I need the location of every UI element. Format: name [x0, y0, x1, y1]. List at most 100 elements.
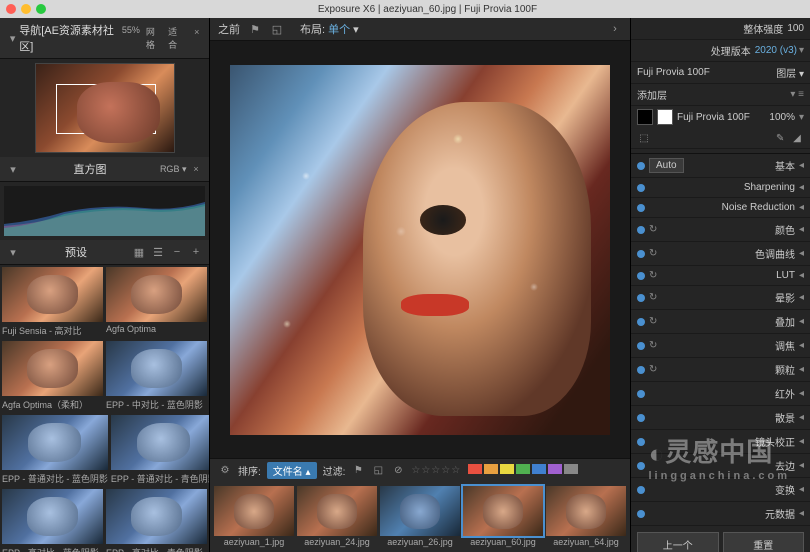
close-icon[interactable]: × [190, 25, 203, 39]
refresh-icon[interactable]: ↻ [649, 340, 657, 351]
reset-button[interactable]: 重置 [723, 532, 805, 552]
toggle-dot[interactable] [637, 294, 645, 302]
section-去边[interactable]: 去边◂ [631, 454, 810, 478]
minimize-icon[interactable] [21, 4, 31, 14]
section-变换[interactable]: 变换◂ [631, 478, 810, 502]
preset-thumb[interactable]: Agfa Optima [106, 267, 207, 339]
section-Sharpening[interactable]: Sharpening◂ [631, 178, 810, 198]
layout-value[interactable]: 单个 [328, 24, 350, 36]
crop-icon[interactable]: ⬚ [637, 131, 651, 145]
preset-thumb[interactable]: EPP - 高对比 - 青色阴影 [106, 489, 207, 552]
color-swatch[interactable] [564, 464, 578, 474]
preset-thumb[interactable]: EPP - 普通对比 - 青色阴影 [111, 415, 209, 487]
add-layer-link[interactable]: 添加层 [637, 87, 667, 102]
section-颜色[interactable]: ↻颜色◂ [631, 218, 810, 242]
toggle-dot[interactable] [637, 162, 645, 170]
preset-grid[interactable]: Fuji Sensia - 高对比Agfa OptimaAgfa Optima（… [0, 265, 209, 552]
preset-thumb[interactable]: EPP - 普通对比 - 蓝色阴影 [2, 415, 108, 487]
color-swatch[interactable] [548, 464, 562, 474]
close-icon[interactable] [6, 4, 16, 14]
mask-white-icon[interactable] [657, 109, 673, 125]
toggle-dot[interactable] [637, 366, 645, 374]
section-散景[interactable]: 散景◂ [631, 406, 810, 430]
color-swatch[interactable] [516, 464, 530, 474]
viewport-rect[interactable] [56, 84, 156, 134]
color-swatch[interactable] [468, 464, 482, 474]
histogram-mode[interactable]: RGB [160, 164, 180, 174]
preset-thumb[interactable]: EPP - 高对比 - 蓝色阴影 [2, 489, 103, 552]
section-Auto[interactable]: Auto基本◂ [631, 154, 810, 178]
toggle-dot[interactable] [637, 390, 645, 398]
preset-thumb[interactable]: Agfa Optima（柔和） [2, 341, 103, 413]
film-thumb[interactable]: aeziyuan_24.jpg [297, 486, 377, 548]
grid-label[interactable]: 网格 [146, 25, 162, 51]
fit-label[interactable]: 适合 [168, 25, 184, 51]
eyedrop-icon[interactable]: ◢ [790, 131, 804, 145]
chevron-right-icon[interactable]: › [608, 22, 622, 36]
flag-icon[interactable]: ⚑ [351, 464, 365, 478]
crop-icon[interactable]: ◱ [371, 464, 385, 478]
brush-icon[interactable]: ✎ [773, 131, 787, 145]
image-viewport[interactable] [210, 41, 630, 458]
section-色调曲线[interactable]: ↻色调曲线◂ [631, 242, 810, 266]
refresh-icon[interactable]: ↻ [649, 292, 657, 303]
section-镜头校正[interactable]: 镜头校正◂ [631, 430, 810, 454]
plus-icon[interactable]: + [189, 245, 203, 259]
layer-row[interactable]: Fuji Provia 100F 100%▾ [631, 106, 810, 128]
mask-icon[interactable] [637, 109, 653, 125]
film-thumb[interactable]: aeziyuan_64.jpg [546, 486, 626, 548]
toggle-dot[interactable] [637, 486, 645, 494]
section-调焦[interactable]: ↻调焦◂ [631, 334, 810, 358]
refresh-icon[interactable]: ↻ [649, 270, 657, 281]
toggle-dot[interactable] [637, 462, 645, 470]
refresh-icon[interactable]: ↻ [649, 248, 657, 259]
layers-title[interactable]: 图层 [776, 69, 796, 80]
section-叠加[interactable]: ↻叠加◂ [631, 310, 810, 334]
grid-icon[interactable]: ▦ [132, 245, 146, 259]
navigator-preview[interactable] [35, 63, 175, 153]
section-Noise Reduction[interactable]: Noise Reduction◂ [631, 198, 810, 218]
overall-value[interactable]: 100 [787, 23, 804, 34]
histogram-header[interactable]: ▾ 直方图 RGB ▾ × [0, 157, 209, 182]
reject-icon[interactable]: ⊘ [391, 464, 405, 478]
toggle-dot[interactable] [637, 510, 645, 518]
film-thumb[interactable]: aeziyuan_1.jpg [214, 486, 294, 548]
before-button[interactable]: 之前 [218, 21, 240, 37]
color-filter[interactable] [467, 464, 579, 477]
color-swatch[interactable] [532, 464, 546, 474]
refresh-icon[interactable]: ↻ [649, 316, 657, 327]
toggle-dot[interactable] [637, 318, 645, 326]
zoom-value[interactable]: 55% [122, 25, 140, 51]
layer-name[interactable]: Fuji Provia 100F [677, 112, 765, 123]
film-thumb[interactable]: aeziyuan_26.jpg [380, 486, 460, 548]
prev-button[interactable]: 上一个 [637, 532, 719, 552]
preset-thumb[interactable]: Fuji Sensia - 高对比 [2, 267, 103, 339]
histogram[interactable] [4, 186, 205, 236]
section-颗粒[interactable]: ↻颗粒◂ [631, 358, 810, 382]
color-swatch[interactable] [484, 464, 498, 474]
toggle-dot[interactable] [637, 414, 645, 422]
section-晕影[interactable]: ↻晕影◂ [631, 286, 810, 310]
maximize-icon[interactable] [36, 4, 46, 14]
toggle-dot[interactable] [637, 438, 645, 446]
list-icon[interactable]: ☰ [151, 245, 165, 259]
layer-opacity[interactable]: 100% [769, 112, 795, 123]
toggle-dot[interactable] [637, 272, 645, 280]
film-thumb[interactable]: aeziyuan_60.jpg [463, 486, 543, 548]
section-红外[interactable]: 红外◂ [631, 382, 810, 406]
gear-icon[interactable]: ⚙ [218, 464, 232, 478]
navigator-header[interactable]: ▾ 导航[AE资源素材社区] 55% 网格 适合 × [0, 18, 209, 59]
section-LUT[interactable]: ↻LUT◂ [631, 266, 810, 286]
star-filter[interactable]: ☆☆☆☆☆ [411, 465, 461, 476]
presets-header[interactable]: ▾ 预设 ▦ ☰ − + [0, 240, 209, 265]
sort-by[interactable]: 文件名 ▴ [267, 462, 317, 479]
toggle-dot[interactable] [637, 204, 645, 212]
close-icon[interactable]: × [189, 162, 203, 176]
toggle-dot[interactable] [637, 184, 645, 192]
flag-icon[interactable]: ⚑ [248, 22, 262, 36]
toggle-dot[interactable] [637, 226, 645, 234]
toggle-dot[interactable] [637, 250, 645, 258]
color-swatch[interactable] [500, 464, 514, 474]
section-元数据[interactable]: 元数据◂ [631, 502, 810, 526]
version-value[interactable]: 2020 (v3) [755, 45, 797, 56]
